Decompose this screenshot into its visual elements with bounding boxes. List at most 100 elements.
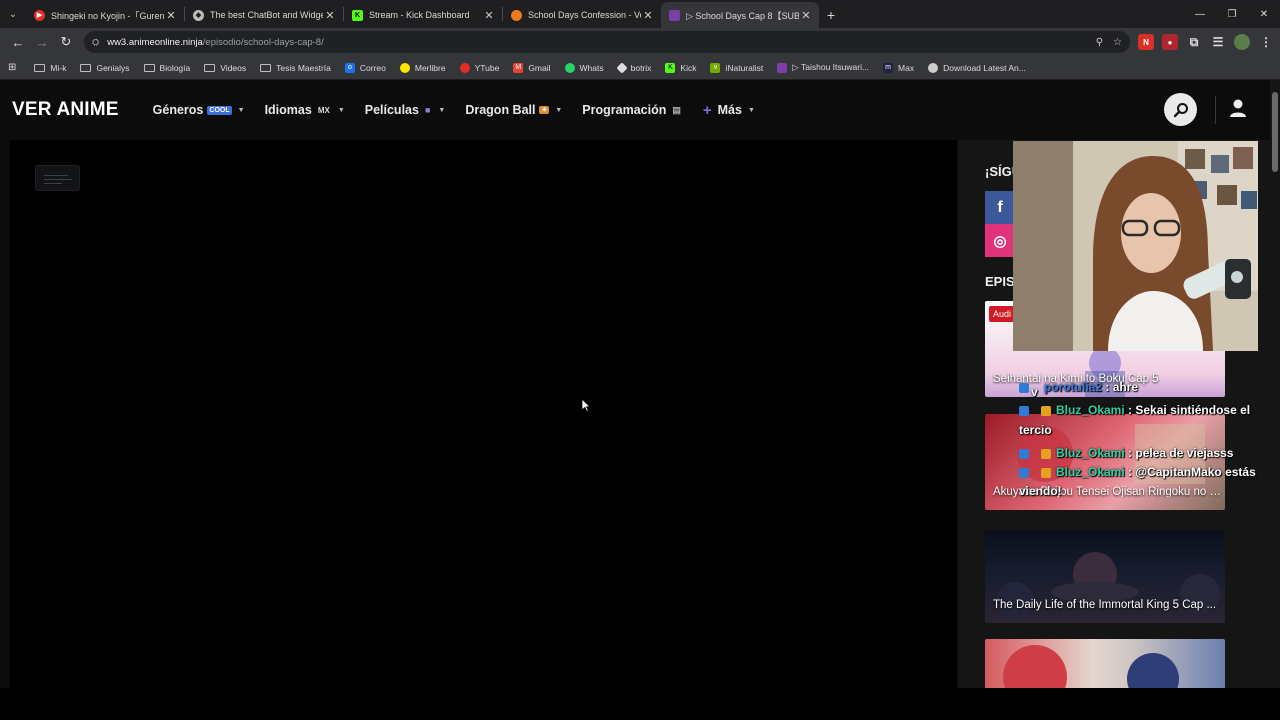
forward-arrow-icon[interactable]: → (30, 30, 54, 54)
close-icon[interactable]: ✕ (164, 9, 178, 22)
close-icon[interactable]: ✕ (799, 9, 813, 22)
menu-peliculas[interactable]: Películas ■ ▼ (365, 103, 446, 117)
user-account-button[interactable] (1228, 98, 1248, 120)
chat-badges: v (1019, 378, 1041, 399)
bookmark-kick[interactable]: K Kick (665, 62, 696, 73)
bookmark-folder-tesis[interactable]: Tesis Maestría (260, 63, 331, 73)
minimize-icon[interactable]: — (1184, 9, 1216, 20)
movie-camera-icon: ■ (424, 105, 431, 115)
url-input[interactable]: ⛭ ww3.animeonline.ninja/episodio/school-… (84, 31, 1130, 53)
episode-thumbnail (1003, 645, 1179, 688)
webcam-image (1013, 141, 1258, 351)
bookmark-folder-biologia[interactable]: Biología (143, 63, 190, 73)
restore-icon[interactable]: ❐ (1216, 9, 1248, 20)
site-header: VER ANIME Géneros COOL ▼ Idiomas MX ▼ Pe… (0, 80, 1270, 140)
bookmark-inaturalist[interactable]: v iNaturalist (710, 62, 763, 73)
site-logo[interactable]: VER ANIME (12, 99, 119, 121)
streamer-webcam-overlay (1013, 141, 1258, 351)
reading-list-icon[interactable]: ☰ (1210, 34, 1226, 50)
tab-title: ▷ School Days Cap 8【SUB ESP (686, 10, 799, 21)
episode-card[interactable] (985, 639, 1225, 688)
site-info-icon[interactable]: ⛭ (92, 37, 99, 48)
extension-new-icon[interactable]: N (1138, 34, 1154, 50)
close-icon[interactable]: ✕ (323, 9, 337, 22)
apps-grid-icon[interactable]: ⊞ (8, 62, 16, 73)
caret-down-icon: ▼ (337, 106, 345, 114)
scrollbar-thumb[interactable] (1272, 92, 1278, 172)
stream-bottom-bar (0, 688, 1280, 720)
site-favicon-icon (511, 9, 522, 21)
reload-icon[interactable]: ↻ (54, 30, 78, 54)
dribbble-icon[interactable]: ◎ (985, 224, 1015, 257)
search-button[interactable] (1164, 93, 1197, 126)
caret-down-icon: ▼ (555, 106, 563, 114)
bookmark-gmail[interactable]: M Gmail (513, 62, 551, 73)
bookmark-max[interactable]: m Max (883, 62, 914, 73)
tab-1[interactable]: ▶ Shingeki no Kyojin -「Guren no ✕ (26, 2, 184, 28)
url-path: /episodio/school-days-cap-8/ (202, 36, 324, 48)
star-emoji-icon: ✴ (539, 106, 550, 114)
tab-title: Stream - Kick Dashboard (369, 10, 470, 20)
bookmark-folder-genialys[interactable]: Genialys (80, 63, 130, 73)
bookmark-whats[interactable]: Whats (564, 62, 604, 73)
kick-favicon-icon: K (352, 9, 363, 21)
bookmark-taishou[interactable]: ▷ Taishou Itsuwari... (777, 62, 869, 73)
close-window-icon[interactable]: ✕ (1248, 9, 1280, 20)
extension-adblock-icon[interactable]: ● (1162, 34, 1178, 50)
browser-menu-icon[interactable]: ⋮ (1258, 34, 1274, 50)
chat-badges (1019, 402, 1053, 421)
bookmark-folder-mi-k[interactable]: Mi-k (34, 63, 66, 73)
episode-title: The Daily Life of the Immortal King 5 Ca… (993, 599, 1217, 611)
chat-message: Bluz_Okami : @CapitanMako estás viendo! (1019, 463, 1256, 499)
episode-card[interactable]: The Daily Life of the Immortal King 5 Ca… (985, 530, 1225, 623)
url-host: ww3.animeonline.ninja (107, 36, 203, 48)
bookmark-download-anime[interactable]: Download Latest An... (928, 62, 1026, 73)
video-player[interactable] (10, 140, 957, 688)
menu-dragon-ball[interactable]: Dragon Ball ✴ ▼ (465, 103, 562, 117)
profile-avatar[interactable] (1234, 34, 1250, 50)
bookmark-ytube[interactable]: YTube (459, 62, 499, 73)
chat-badges (1019, 463, 1053, 482)
bookmark-botrix[interactable]: botrix (615, 61, 651, 74)
caret-down-icon: ▼ (747, 106, 755, 114)
extensions-row: N ● ⧉ ☰ ⋮ (1138, 34, 1274, 50)
user-icon (1230, 99, 1246, 117)
bookmark-star-icon[interactable]: ☆ (1113, 37, 1122, 48)
extensions-puzzle-icon[interactable]: ⧉ (1186, 34, 1202, 50)
mx-flag-icon: MX (317, 105, 330, 115)
close-icon[interactable]: ✕ (641, 9, 655, 22)
menu-generos[interactable]: Géneros COOL ▼ (153, 103, 245, 117)
menu-mas[interactable]: + Más ▼ (703, 102, 755, 119)
tab-title: The best ChatBot and Widgets (210, 10, 323, 20)
chat-message: Bluz_Okami : pelea de viejasss (1019, 444, 1259, 463)
page-scrollbar[interactable] (1270, 80, 1280, 688)
tab-3[interactable]: K Stream - Kick Dashboard ✕ (344, 2, 502, 28)
address-bar-row: ← → ↻ ⛭ ww3.animeonline.ninja/episodio/s… (0, 28, 1280, 56)
bookmarks-bar: ⊞ Mi-k Genialys Biología Videos Tesis Ma… (0, 56, 1280, 80)
new-tab-button[interactable]: + (819, 2, 843, 28)
cool-emoji-icon: COOL (207, 105, 232, 115)
close-icon[interactable]: ✕ (482, 9, 496, 22)
facebook-icon[interactable]: f (985, 191, 1015, 224)
player-loading-thumbnail (35, 165, 80, 191)
tab-title: Shingeki no Kyojin -「Guren no (51, 10, 164, 21)
animeonline-favicon-icon (669, 9, 680, 21)
mouse-cursor-icon (581, 398, 591, 412)
back-arrow-icon[interactable]: ← (6, 30, 30, 54)
chat-message: v porotulia2 : ahre (1019, 378, 1259, 399)
browser-tab-strip: ⌄ ▶ Shingeki no Kyojin -「Guren no ✕ ◆ Th… (0, 0, 1280, 28)
tab-search-icon[interactable]: ⌄ (0, 0, 26, 28)
tab-2[interactable]: ◆ The best ChatBot and Widgets ✕ (185, 2, 343, 28)
menu-idiomas[interactable]: Idiomas MX ▼ (265, 103, 345, 117)
zoom-icon[interactable]: ⚲ (1096, 37, 1103, 48)
caret-down-icon: ▼ (237, 106, 245, 114)
tab-5-active[interactable]: ▷ School Days Cap 8【SUB ESP ✕ (661, 2, 819, 28)
bookmark-correo[interactable]: o Correo (344, 62, 386, 73)
menu-programacion[interactable]: Programación ▤ (582, 103, 683, 117)
youtube-favicon-icon: ▶ (34, 9, 45, 21)
bookmark-merlibre[interactable]: Merlibre (399, 62, 446, 73)
chat-message: Bluz_Okami : Sekai sintiéndose el tercio (1019, 402, 1251, 437)
bookmark-folder-videos[interactable]: Videos (204, 63, 246, 73)
tab-4[interactable]: School Days Confession - Ver e ✕ (503, 2, 661, 28)
episodes-title: EPIS (985, 274, 1015, 289)
